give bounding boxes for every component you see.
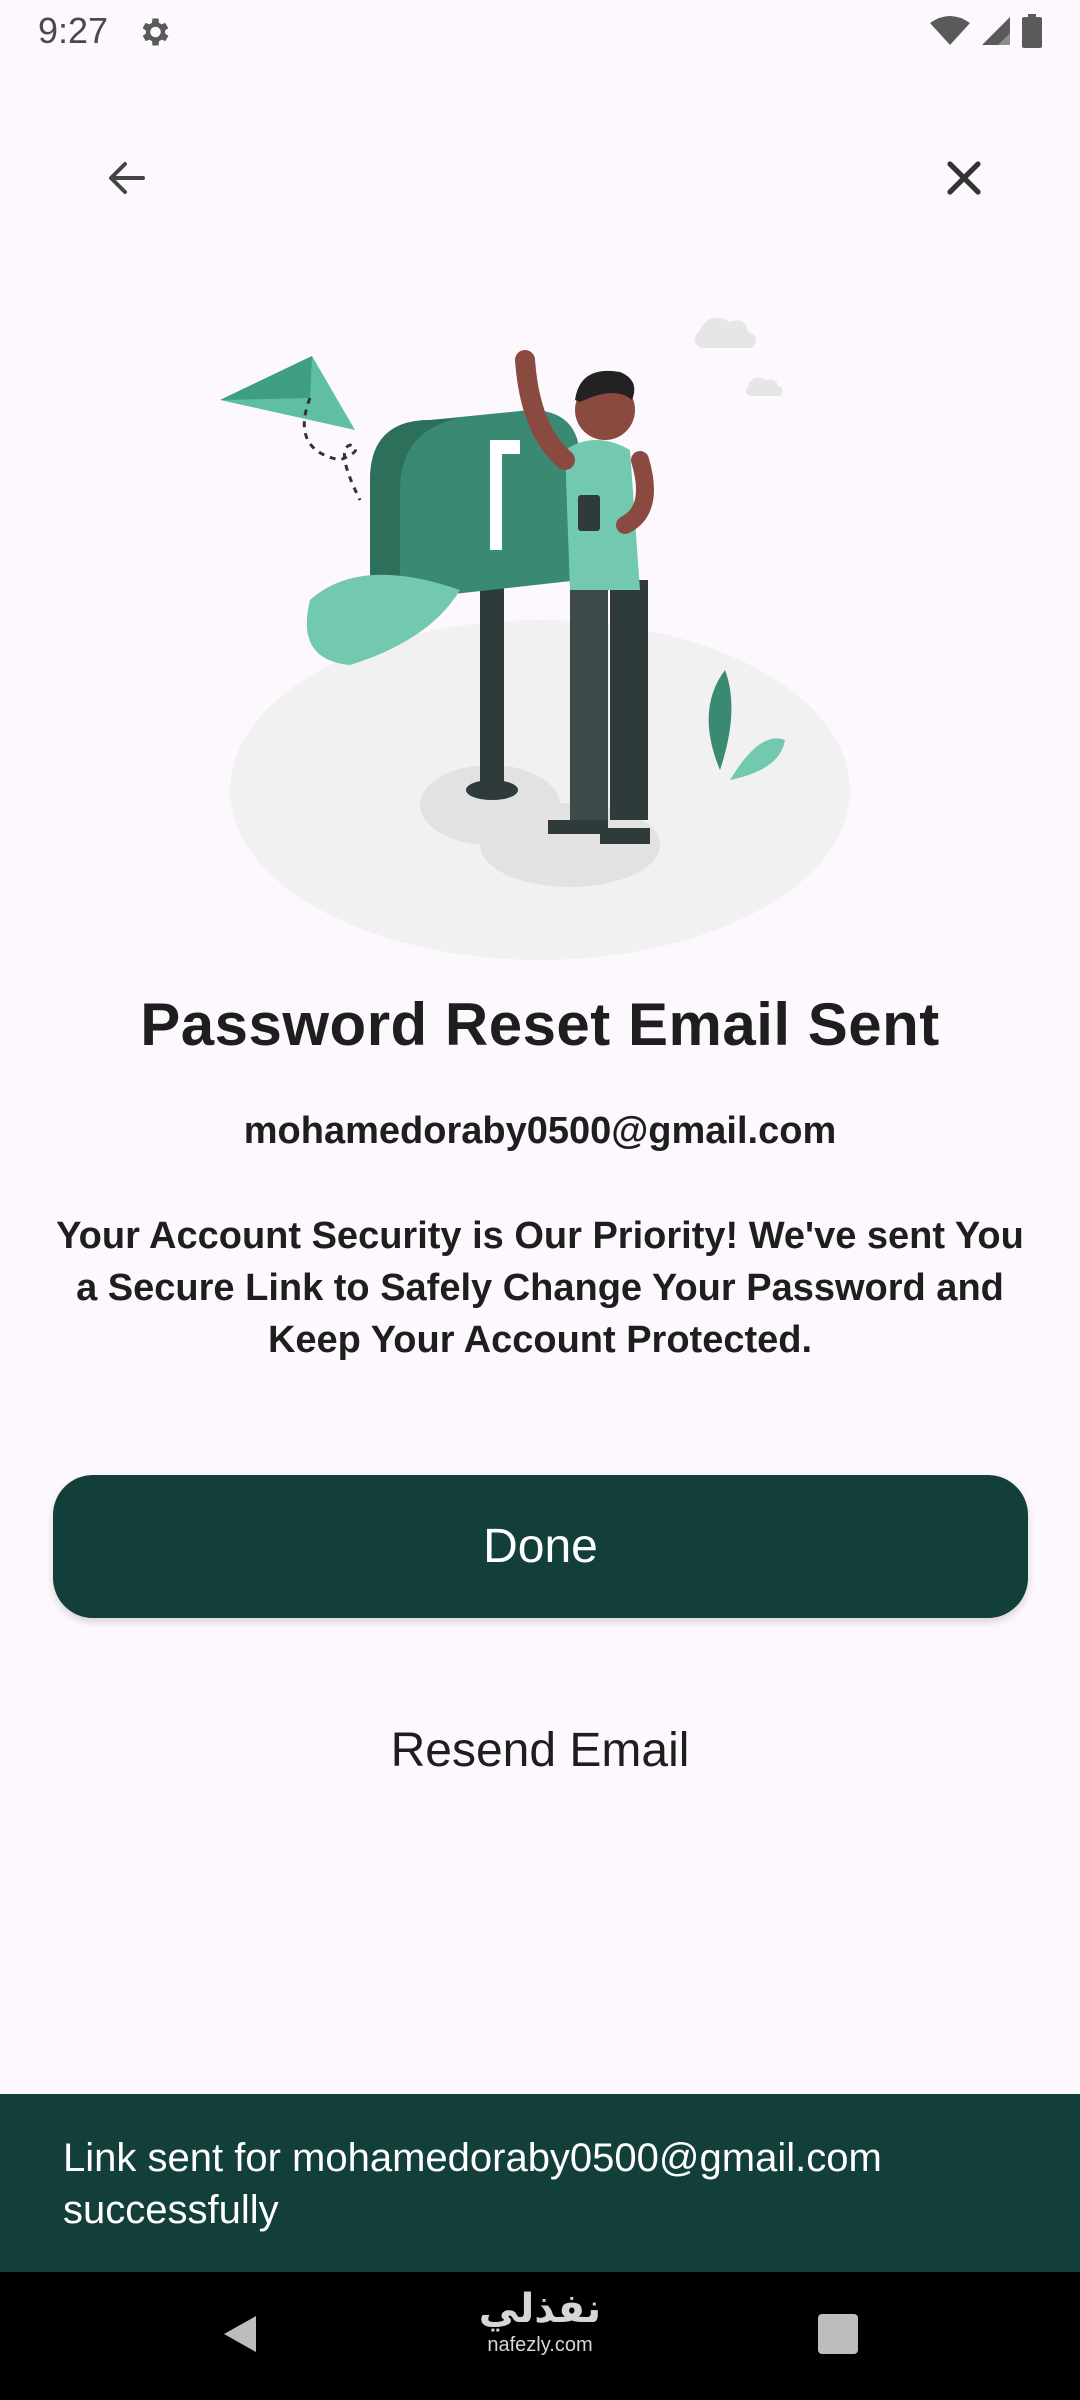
resend-email-button[interactable]: Resend Email: [290, 1700, 790, 1800]
snackbar-message: Link sent for mohamedoraby0500@gmail.com…: [63, 2136, 882, 2232]
watermark-arabic: نفذلي: [478, 2287, 602, 2331]
triangle-back-icon: [224, 2316, 256, 2352]
battery-icon: [1022, 14, 1042, 48]
nav-back-button[interactable]: [218, 2312, 262, 2356]
status-bar: 9:27: [0, 0, 1080, 64]
back-button[interactable]: [82, 133, 172, 223]
resend-email-label: Resend Email: [390, 1723, 690, 1777]
close-button[interactable]: [919, 133, 1009, 223]
wifi-icon: [930, 16, 970, 45]
close-icon: [947, 161, 981, 195]
watermark-latin: nafezly.com: [487, 2334, 593, 2356]
mailbox-person-illustration: [200, 300, 880, 980]
done-button[interactable]: Done: [53, 1475, 1028, 1618]
gear-icon: [136, 14, 172, 50]
nav-recents-button[interactable]: [818, 2314, 858, 2354]
page-title: Password Reset Email Sent: [140, 991, 940, 1058]
snackbar: Link sent for mohamedoraby0500@gmail.com…: [0, 2094, 1080, 2272]
watermark-logo: نفذلي nafezly.com: [470, 2285, 610, 2357]
status-time: 9:27: [38, 10, 109, 51]
done-button-label: Done: [483, 1520, 598, 1573]
description-text: Your Account Security is Our Priority! W…: [56, 1215, 1024, 1361]
signal-icon: [982, 17, 1010, 45]
arrow-left-icon: [109, 162, 145, 194]
status-icons: [930, 14, 1042, 48]
email-address: mohamedoraby0500@gmail.com: [243, 1110, 837, 1152]
